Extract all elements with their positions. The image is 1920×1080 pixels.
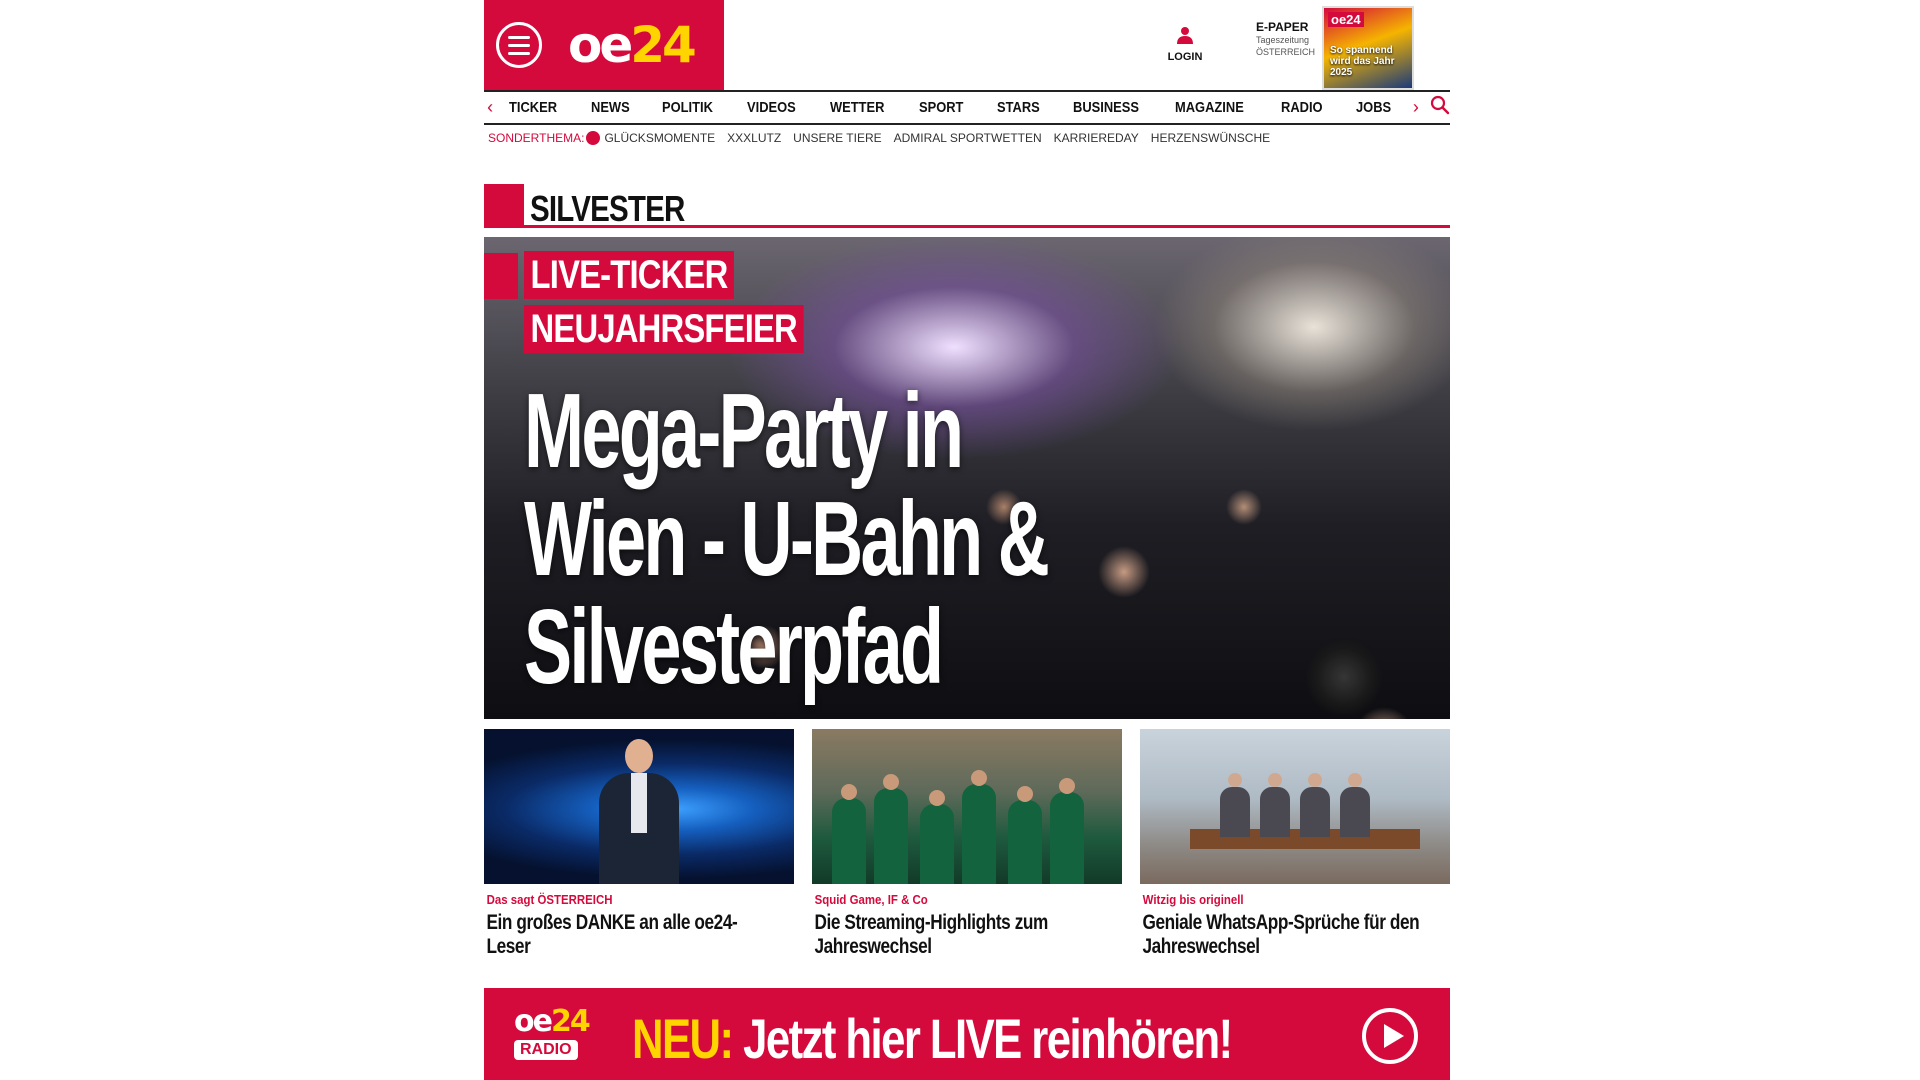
hamburger-line-icon [508, 35, 530, 39]
menu-button[interactable] [496, 22, 542, 68]
nav-item-ticker[interactable]: TICKER [509, 99, 557, 116]
teaser-image [812, 729, 1122, 884]
people-figures [812, 764, 1122, 884]
login-button[interactable]: LOGIN [1164, 26, 1206, 63]
logo-text-main: oe [568, 16, 633, 74]
epaper-cover-image[interactable]: oe24 So spannend wird das Jahr 2025 [1322, 6, 1414, 90]
radio-logo-text: oe24 [514, 1006, 606, 1038]
section-title[interactable]: SILVESTER [530, 188, 685, 230]
logo-area: oe24 [484, 0, 724, 90]
radio-logo-tag: RADIO [514, 1040, 578, 1060]
topic-herzenswuensche[interactable]: HERZENSWÜNSCHE [1151, 131, 1270, 145]
teaser-image [1140, 729, 1450, 884]
teaser-title[interactable]: Ein großes DANKE an alle oe24-Leser [484, 911, 779, 959]
radio-logo: oe24 RADIO [514, 1006, 606, 1076]
topic-unsere-tiere[interactable]: UNSERE TIERE [793, 131, 881, 145]
topic-brand-icon [586, 131, 601, 145]
radio-banner[interactable]: oe24 RADIO NEU: Jetzt hier LIVE reinhöre… [484, 988, 1450, 1080]
main-nav: ‹ TICKER NEWS POLITIK VIDEOS WETTER SPOR… [484, 90, 1450, 125]
play-button-icon[interactable] [1362, 1008, 1418, 1064]
radio-new-label: NEU: [632, 1007, 734, 1070]
teaser-cards: Das sagt ÖSTERREICH Ein großes DANKE an … [484, 729, 1450, 959]
topic-admiral-sportwetten[interactable]: ADMIRAL SPORTWETTEN [894, 131, 1042, 145]
radio-cta-label: Jetzt hier LIVE reinhören! [743, 1007, 1233, 1070]
site-logo[interactable]: oe24 [568, 16, 697, 74]
special-topics-bar: SONDERTHEMA: GLÜCKSMOMENTE XXXLUTZ UNSER… [488, 130, 1282, 146]
topic-xxxlutz[interactable]: XXXLUTZ [727, 131, 781, 145]
hero-article[interactable]: LIVE-TICKER NEUJAHRSFEIER Mega-Party in … [484, 237, 1450, 719]
epaper-cover-brand: oe24 [1328, 12, 1364, 27]
nav-item-sport[interactable]: SPORT [919, 99, 963, 116]
section-accent-block [484, 184, 524, 226]
user-icon [1177, 27, 1193, 44]
teaser-kicker: Squid Game, IF & Co [814, 892, 928, 907]
nav-item-videos[interactable]: VIDEOS [747, 99, 796, 116]
radio-logo-main: oe [514, 1004, 553, 1039]
search-button[interactable] [1430, 95, 1450, 120]
hamburger-line-icon [508, 51, 530, 55]
teaser-image [484, 729, 794, 884]
hero-headline: Mega-Party in Wien - U-Bahn & Silvesterp… [524, 377, 1204, 719]
nav-item-magazine[interactable]: MAGAZINE [1175, 99, 1244, 116]
teaser-title[interactable]: Die Streaming-Highlights zum Jahreswechs… [812, 911, 1107, 959]
teaser-kicker: Das sagt ÖSTERREICH [486, 892, 613, 907]
nav-item-wetter[interactable]: WETTER [830, 99, 884, 116]
hero-headline-line: Mega-Party in [524, 372, 964, 490]
teaser-card[interactable]: Das sagt ÖSTERREICH Ein großes DANKE an … [484, 729, 794, 959]
teaser-kicker: Witzig bis originell [1142, 892, 1244, 907]
nav-items: TICKER NEWS POLITIK VIDEOS WETTER SPORT … [496, 99, 1409, 116]
hero-headline-line: Wien - U-Bahn & [524, 480, 1050, 598]
teaser-card[interactable]: Witzig bis originell Geniale WhatsApp-Sp… [1140, 729, 1450, 959]
person-figure [599, 739, 679, 884]
teaser-title[interactable]: Geniale WhatsApp-Sprüche für den Jahresw… [1140, 911, 1435, 959]
nav-scroll-right-icon[interactable]: › [1410, 97, 1422, 118]
hero-tag-neujahrsfeier: NEUJAHRSFEIER [524, 305, 804, 353]
nav-item-radio[interactable]: RADIO [1281, 99, 1323, 116]
radio-logo-accent: 24 [550, 1004, 591, 1039]
hero-tag-live-ticker: LIVE-TICKER [524, 251, 735, 299]
epaper-cover-headline: So spannend wird das Jahr 2025 [1330, 45, 1395, 78]
site-header: oe24 LOGIN E-PAPER Tageszeitung ÖSTERREI… [484, 0, 1450, 90]
radio-cta-text: NEU: Jetzt hier LIVE reinhören! [632, 1006, 1233, 1071]
nav-item-stars[interactable]: STARS [997, 99, 1040, 116]
login-label: LOGIN [1167, 51, 1203, 63]
topic-karriereday[interactable]: KARRIEREDAY [1054, 131, 1139, 145]
logo-text-accent: 24 [630, 16, 697, 74]
hamburger-line-icon [508, 43, 530, 47]
topic-gluecksmomente[interactable]: GLÜCKSMOMENTE [604, 131, 715, 145]
search-icon [1430, 95, 1450, 115]
page: oe24 LOGIN E-PAPER Tageszeitung ÖSTERREI… [484, 0, 1450, 1080]
nav-item-politik[interactable]: POLITIK [662, 99, 713, 116]
hero-accent-bar [484, 253, 518, 299]
section-header: SILVESTER [484, 184, 1450, 230]
nav-item-news[interactable]: NEWS [591, 99, 630, 116]
hero-headline-line: Silvesterpfad gesperrt [524, 588, 944, 719]
nav-item-jobs[interactable]: JOBS [1356, 99, 1391, 116]
nav-item-business[interactable]: BUSINESS [1073, 99, 1139, 116]
teaser-card[interactable]: Squid Game, IF & Co Die Streaming-Highli… [812, 729, 1122, 959]
nav-scroll-left-icon[interactable]: ‹ [484, 97, 496, 118]
special-topics-label: SONDERTHEMA: [488, 131, 585, 145]
